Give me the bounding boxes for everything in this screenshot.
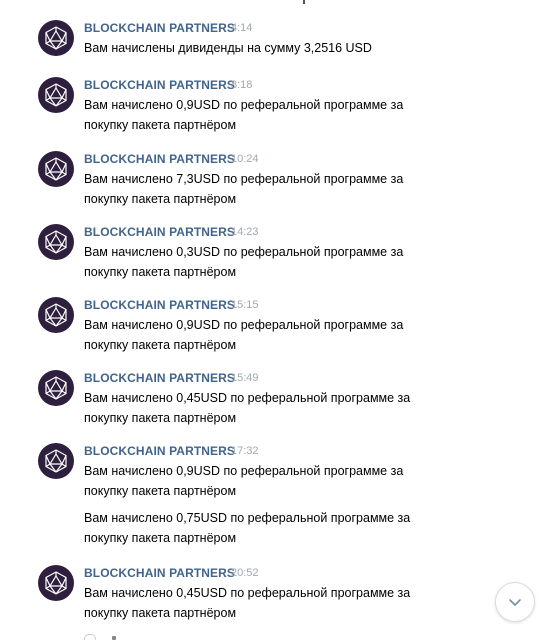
message-time[interactable]: 10:24 (231, 153, 259, 165)
chevron-down-icon (509, 599, 521, 606)
blockchain-logo-icon[interactable] (38, 370, 74, 406)
blockchain-logo-icon[interactable] (38, 565, 74, 601)
message-author[interactable]: BLOCKCHAIN PARTNERS (84, 566, 235, 580)
message-text: Вам начислено 0,45USD по реферальной про… (84, 391, 411, 425)
blockchain-logo-icon[interactable] (38, 297, 74, 333)
message-author[interactable]: BLOCKCHAIN PARTNERS (84, 225, 235, 239)
blockchain-logo-icon[interactable] (38, 443, 74, 479)
bottom-partial-mark (112, 636, 116, 640)
message-text: Вам начислено 0,9USD по реферальной прог… (84, 98, 404, 132)
message-author[interactable]: BLOCKCHAIN PARTNERS (84, 371, 235, 385)
message-followup-text: Вам начислено 0,75USD по реферальной про… (84, 511, 411, 545)
message-text: Вам начислены дивиденды на сумму 3,2516 … (84, 41, 372, 55)
top-edge-mark (303, 0, 305, 4)
message-time[interactable]: 15:15 (231, 299, 259, 311)
message-text: Вам начислено 0,9USD по реферальной прог… (84, 464, 404, 498)
message-time[interactable]: 20:52 (231, 567, 259, 579)
blockchain-logo-icon[interactable] (38, 77, 74, 113)
message-time[interactable]: 15:49 (231, 372, 259, 384)
message-time[interactable]: 8:18 (231, 79, 252, 91)
message-text: Вам начислено 0,45USD по реферальной про… (84, 586, 411, 620)
message-time[interactable]: 14:23 (231, 226, 259, 238)
message-author[interactable]: BLOCKCHAIN PARTNERS (84, 298, 235, 312)
message-author[interactable]: BLOCKCHAIN PARTNERS (84, 78, 235, 92)
message-author[interactable]: BLOCKCHAIN PARTNERS (84, 444, 235, 458)
message-text: Вам начислено 0,9USD по реферальной прог… (84, 318, 404, 352)
scroll-down-button[interactable] (495, 582, 535, 622)
blockchain-logo-icon[interactable] (38, 20, 74, 56)
blockchain-logo-icon[interactable] (38, 224, 74, 260)
message-author[interactable]: BLOCKCHAIN PARTNERS (84, 152, 235, 166)
message-text: Вам начислено 0,3USD по реферальной прог… (84, 245, 404, 279)
bottom-partial-icon (84, 634, 96, 640)
message-text: Вам начислено 7,3USD по реферальной прог… (84, 172, 404, 206)
message-time[interactable]: 4:14 (231, 22, 252, 34)
chat-window: BLOCKCHAIN PARTNERS 4:14 Вам начислены д… (0, 0, 557, 640)
message-author[interactable]: BLOCKCHAIN PARTNERS (84, 21, 235, 35)
message-time[interactable]: 17:32 (231, 445, 259, 457)
blockchain-logo-icon[interactable] (38, 151, 74, 187)
